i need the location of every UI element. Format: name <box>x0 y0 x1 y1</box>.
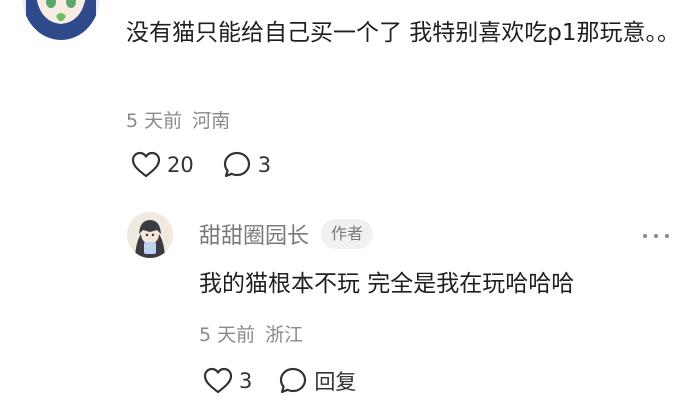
comment-location: 河南 <box>192 110 231 132</box>
more-dot-icon <box>665 234 669 238</box>
reply-author-avatar[interactable] <box>127 212 173 258</box>
comment-bubble-icon <box>223 151 250 178</box>
more-options-button[interactable] <box>643 226 669 246</box>
reply-author-row: 甜甜圈园长 作者 <box>199 218 374 250</box>
reply-author-name[interactable]: 甜甜圈园长 <box>199 218 309 250</box>
comment-bubble-icon <box>280 367 307 394</box>
comment-text: 没有猫只能给自己买一个了 我特别喜欢吃p1那玩意。。 <box>126 20 681 46</box>
more-dot-icon <box>654 234 658 238</box>
reply-meta: 5 天前 浙江 <box>199 320 303 347</box>
reply-actions: 3 回复 <box>203 366 356 396</box>
reply-text: 我的猫根本不玩 完全是我在玩哈哈哈 <box>199 271 575 297</box>
comment-like-button[interactable]: 20 <box>131 151 194 179</box>
reply-like-count: 3 <box>239 369 253 393</box>
comment-like-count: 20 <box>167 153 194 177</box>
reply-reply-button[interactable]: 回复 <box>278 366 356 396</box>
reply-time: 5 天前 <box>199 324 256 346</box>
comment-reply-count: 3 <box>257 153 272 177</box>
reply-author-avatar-image <box>127 212 173 258</box>
reply-location: 浙江 <box>265 324 304 346</box>
comment-reply-button[interactable]: 3 <box>222 150 271 180</box>
reply-like-button[interactable]: 3 <box>203 367 252 395</box>
heart-icon <box>131 151 161 178</box>
commenter-avatar-image <box>22 0 100 40</box>
reply-reply-label: 回复 <box>314 370 357 394</box>
comment-meta: 5 天前 河南 <box>126 106 230 133</box>
heart-icon <box>203 367 233 394</box>
more-dot-icon <box>643 234 647 238</box>
comment-actions: 20 3 <box>131 150 271 180</box>
commenter-avatar[interactable] <box>22 0 100 40</box>
comment-time: 5 天前 <box>126 110 183 132</box>
author-badge: 作者 <box>321 219 374 249</box>
